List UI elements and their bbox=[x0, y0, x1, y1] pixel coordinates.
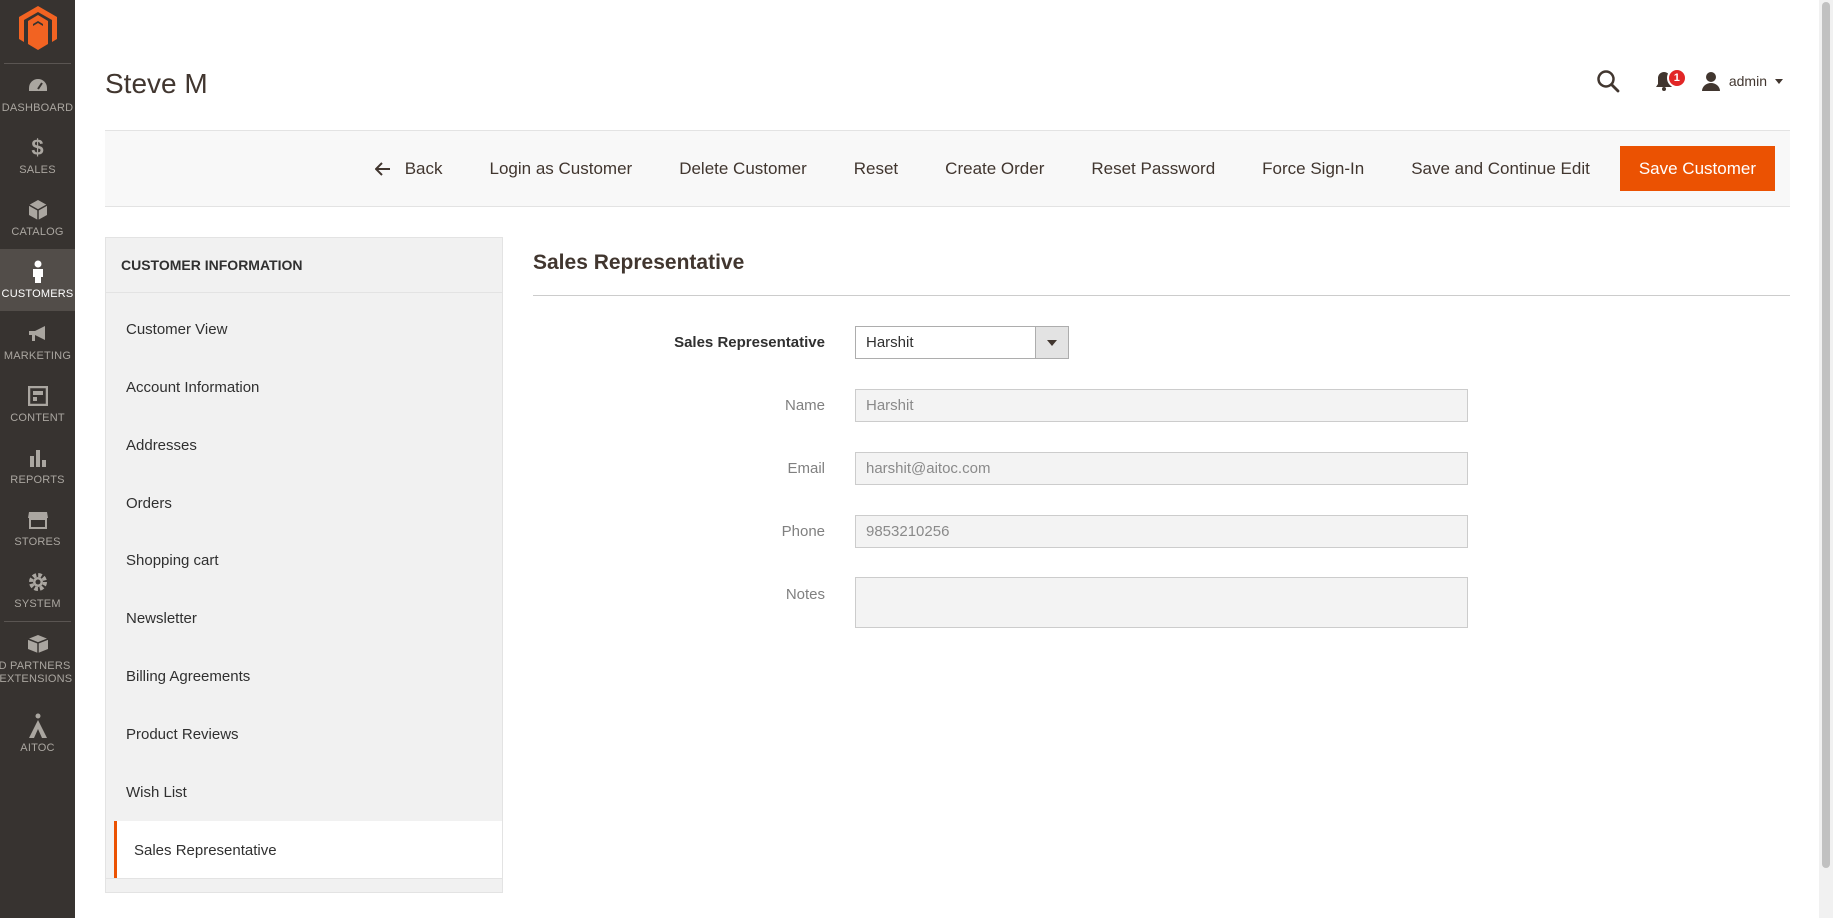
nav-customers[interactable]: Customers bbox=[0, 249, 75, 311]
name-field[interactable]: Harshit bbox=[855, 389, 1468, 422]
login-as-customer-button[interactable]: Login as Customer bbox=[490, 159, 633, 179]
tab-customer-view[interactable]: Customer View bbox=[106, 300, 502, 358]
select-arrow[interactable] bbox=[1035, 327, 1068, 358]
nav-dashboard[interactable]: Dashboard bbox=[0, 63, 75, 125]
nav-reports[interactable]: Reports bbox=[0, 435, 75, 497]
back-label: Back bbox=[404, 158, 443, 178]
tabs-title: CUSTOMER INFORMATION bbox=[106, 238, 502, 293]
tab-wish-list[interactable]: Wish List bbox=[106, 763, 502, 821]
tab-billing-agreements[interactable]: Billing Agreements bbox=[106, 647, 502, 705]
storefront-icon bbox=[26, 508, 50, 532]
magento-logo[interactable] bbox=[4, 0, 71, 64]
tab-shopping-cart[interactable]: Shopping cart bbox=[106, 531, 502, 589]
nav-catalog[interactable]: Catalog bbox=[0, 187, 75, 249]
email-field[interactable]: harshit@aitoc.com bbox=[855, 452, 1468, 485]
tab-newsletter[interactable]: Newsletter bbox=[106, 589, 502, 647]
back-button[interactable]: Back bbox=[374, 158, 443, 179]
dollar-icon: $ bbox=[31, 134, 44, 160]
scrollbar-thumb[interactable] bbox=[1822, 2, 1830, 868]
nav-partners-extensions[interactable]: ND PARTNERS & EXTENSIONS bbox=[0, 624, 75, 694]
nav-aitoc[interactable]: AITOC bbox=[0, 703, 75, 765]
aitoc-logo-icon bbox=[26, 713, 50, 738]
cube-icon bbox=[26, 198, 50, 222]
reset-password-button[interactable]: Reset Password bbox=[1091, 159, 1215, 179]
nav-marketing[interactable]: Marketing bbox=[0, 311, 75, 373]
user-icon bbox=[1701, 71, 1721, 91]
reset-button[interactable]: Reset bbox=[854, 159, 898, 179]
section-divider bbox=[533, 295, 1790, 296]
layout-icon bbox=[26, 384, 50, 408]
tab-orders[interactable]: Orders bbox=[106, 474, 502, 532]
notes-textarea[interactable] bbox=[855, 577, 1468, 628]
arrow-left-icon bbox=[374, 161, 391, 176]
notes-label: Notes bbox=[785, 586, 825, 603]
admin-user-menu[interactable]: admin bbox=[1701, 71, 1783, 91]
save-and-continue-button[interactable]: Save and Continue Edit bbox=[1411, 159, 1590, 179]
email-label: Email bbox=[787, 460, 825, 477]
nav-content[interactable]: Content bbox=[0, 373, 75, 435]
search-icon[interactable] bbox=[1593, 66, 1623, 96]
section-title: Sales Representative bbox=[533, 251, 745, 274]
save-customer-button[interactable]: Save Customer bbox=[1619, 146, 1775, 191]
phone-label: Phone bbox=[781, 523, 825, 540]
phone-field[interactable]: 9853210256 bbox=[855, 515, 1468, 548]
magento-logo-icon bbox=[18, 6, 57, 50]
customer-info-tabs: CUSTOMER INFORMATION Customer View Accou… bbox=[105, 237, 503, 893]
megaphone-icon bbox=[26, 322, 50, 346]
tab-product-reviews[interactable]: Product Reviews bbox=[106, 705, 502, 763]
name-label: Name bbox=[784, 397, 825, 414]
nav-divider bbox=[4, 621, 71, 622]
tab-account-information[interactable]: Account Information bbox=[106, 358, 502, 416]
create-order-button[interactable]: Create Order bbox=[945, 159, 1044, 179]
blocks-icon bbox=[26, 632, 50, 656]
admin-nav: Dashboard $ Sales Catalog Customers Mark… bbox=[0, 0, 75, 918]
tab-sales-representative[interactable]: Sales Representative bbox=[114, 821, 502, 879]
nav-sales[interactable]: $ Sales bbox=[0, 125, 75, 187]
nav-stores[interactable]: Stores bbox=[0, 497, 75, 559]
gear-icon bbox=[26, 570, 50, 594]
force-sign-in-button[interactable]: Force Sign-In bbox=[1262, 159, 1364, 179]
person-icon bbox=[26, 260, 50, 284]
chevron-down-icon bbox=[1775, 78, 1783, 84]
page-actions-toolbar: Back Login as Customer Delete Customer R… bbox=[105, 130, 1790, 207]
sales-rep-select[interactable]: Harshit bbox=[855, 326, 1069, 359]
sales-rep-selected-value: Harshit bbox=[866, 334, 914, 351]
header-actions: 1 admin bbox=[1593, 66, 1783, 96]
notifications-bell[interactable]: 1 bbox=[1649, 66, 1687, 96]
tab-addresses[interactable]: Addresses bbox=[106, 416, 502, 474]
dashboard-icon bbox=[26, 74, 50, 98]
notification-count-badge: 1 bbox=[1666, 68, 1687, 88]
sales-rep-label: Sales Representative bbox=[674, 334, 825, 351]
tabs-footer bbox=[106, 878, 502, 892]
chevron-down-icon bbox=[1047, 339, 1057, 346]
bar-chart-icon bbox=[26, 446, 50, 470]
admin-username: admin bbox=[1728, 73, 1767, 89]
nav-system[interactable]: System bbox=[0, 559, 75, 621]
page-scrollbar[interactable] bbox=[1819, 0, 1833, 918]
delete-customer-button[interactable]: Delete Customer bbox=[679, 159, 807, 179]
page-title: Steve M bbox=[105, 68, 208, 99]
